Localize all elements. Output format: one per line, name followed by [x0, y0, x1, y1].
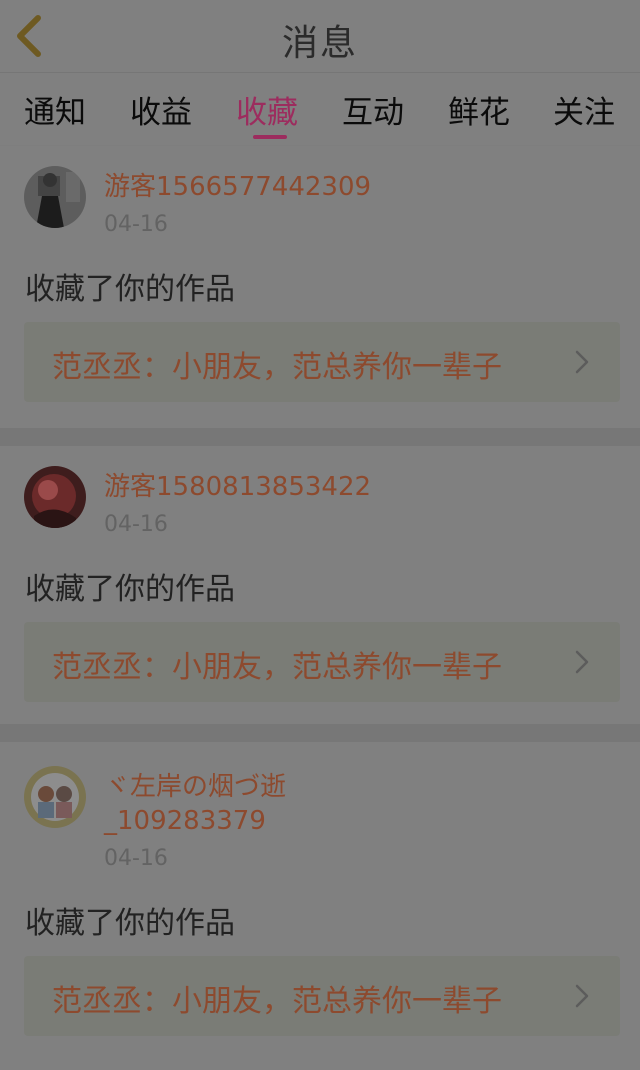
tab-favorites[interactable]: 收藏: [236, 87, 298, 132]
tab-flowers[interactable]: 鲜花: [448, 87, 510, 132]
avatar-image: [24, 166, 86, 228]
avatar-image: [24, 766, 86, 828]
work-link[interactable]: 范丞丞：小朋友，范总养你一辈子: [24, 956, 620, 1036]
action-text: 收藏了你的作品: [25, 572, 235, 607]
action-text: 收藏了你的作品: [25, 272, 235, 307]
page-title: 消息: [281, 23, 358, 64]
avatar[interactable]: [24, 466, 86, 528]
message-item: ヾ左岸の烟づ逝_109283379 04-16 收藏了你的作品 范丞丞：小朋友，…: [0, 742, 640, 1070]
work-title: 范丞丞：小朋友，范总养你一辈子: [52, 650, 502, 685]
username[interactable]: 游客1566577442309: [104, 170, 404, 204]
divider: [0, 428, 640, 446]
divider: [0, 724, 640, 742]
message-date: 04-16: [104, 846, 168, 871]
avatar[interactable]: [24, 766, 86, 828]
message-item: 游客1566577442309 04-16 收藏了你的作品 范丞丞：小朋友，范总…: [0, 146, 640, 428]
message-item: 游客1580813853422 04-16 收藏了你的作品 范丞丞：小朋友，范总…: [0, 446, 640, 724]
tab-bar: 通知 收益 收藏 互动 鲜花 关注: [0, 73, 640, 145]
work-title: 范丞丞：小朋友，范总养你一辈子: [52, 350, 502, 385]
tab-notifications[interactable]: 通知: [24, 87, 86, 132]
chevron-right-icon: [575, 350, 589, 374]
active-tab-indicator: [253, 135, 287, 139]
tab-earnings[interactable]: 收益: [130, 87, 192, 132]
work-link[interactable]: 范丞丞：小朋友，范总养你一辈子: [24, 622, 620, 702]
avatar-image: [24, 466, 86, 528]
username[interactable]: ヾ左岸の烟づ逝_109283379: [104, 770, 404, 838]
tab-interactions[interactable]: 互动: [342, 87, 404, 132]
chevron-right-icon: [575, 650, 589, 674]
action-text: 收藏了你的作品: [25, 906, 235, 941]
message-date: 04-16: [104, 212, 168, 237]
header-bar: 消息: [0, 0, 640, 73]
chevron-right-icon: [575, 984, 589, 1008]
username[interactable]: 游客1580813853422: [104, 470, 404, 504]
avatar[interactable]: [24, 166, 86, 228]
work-title: 范丞丞：小朋友，范总养你一辈子: [52, 984, 502, 1019]
message-date: 04-16: [104, 512, 168, 537]
work-link[interactable]: 范丞丞：小朋友，范总养你一辈子: [24, 322, 620, 402]
tab-follows[interactable]: 关注: [553, 87, 615, 132]
